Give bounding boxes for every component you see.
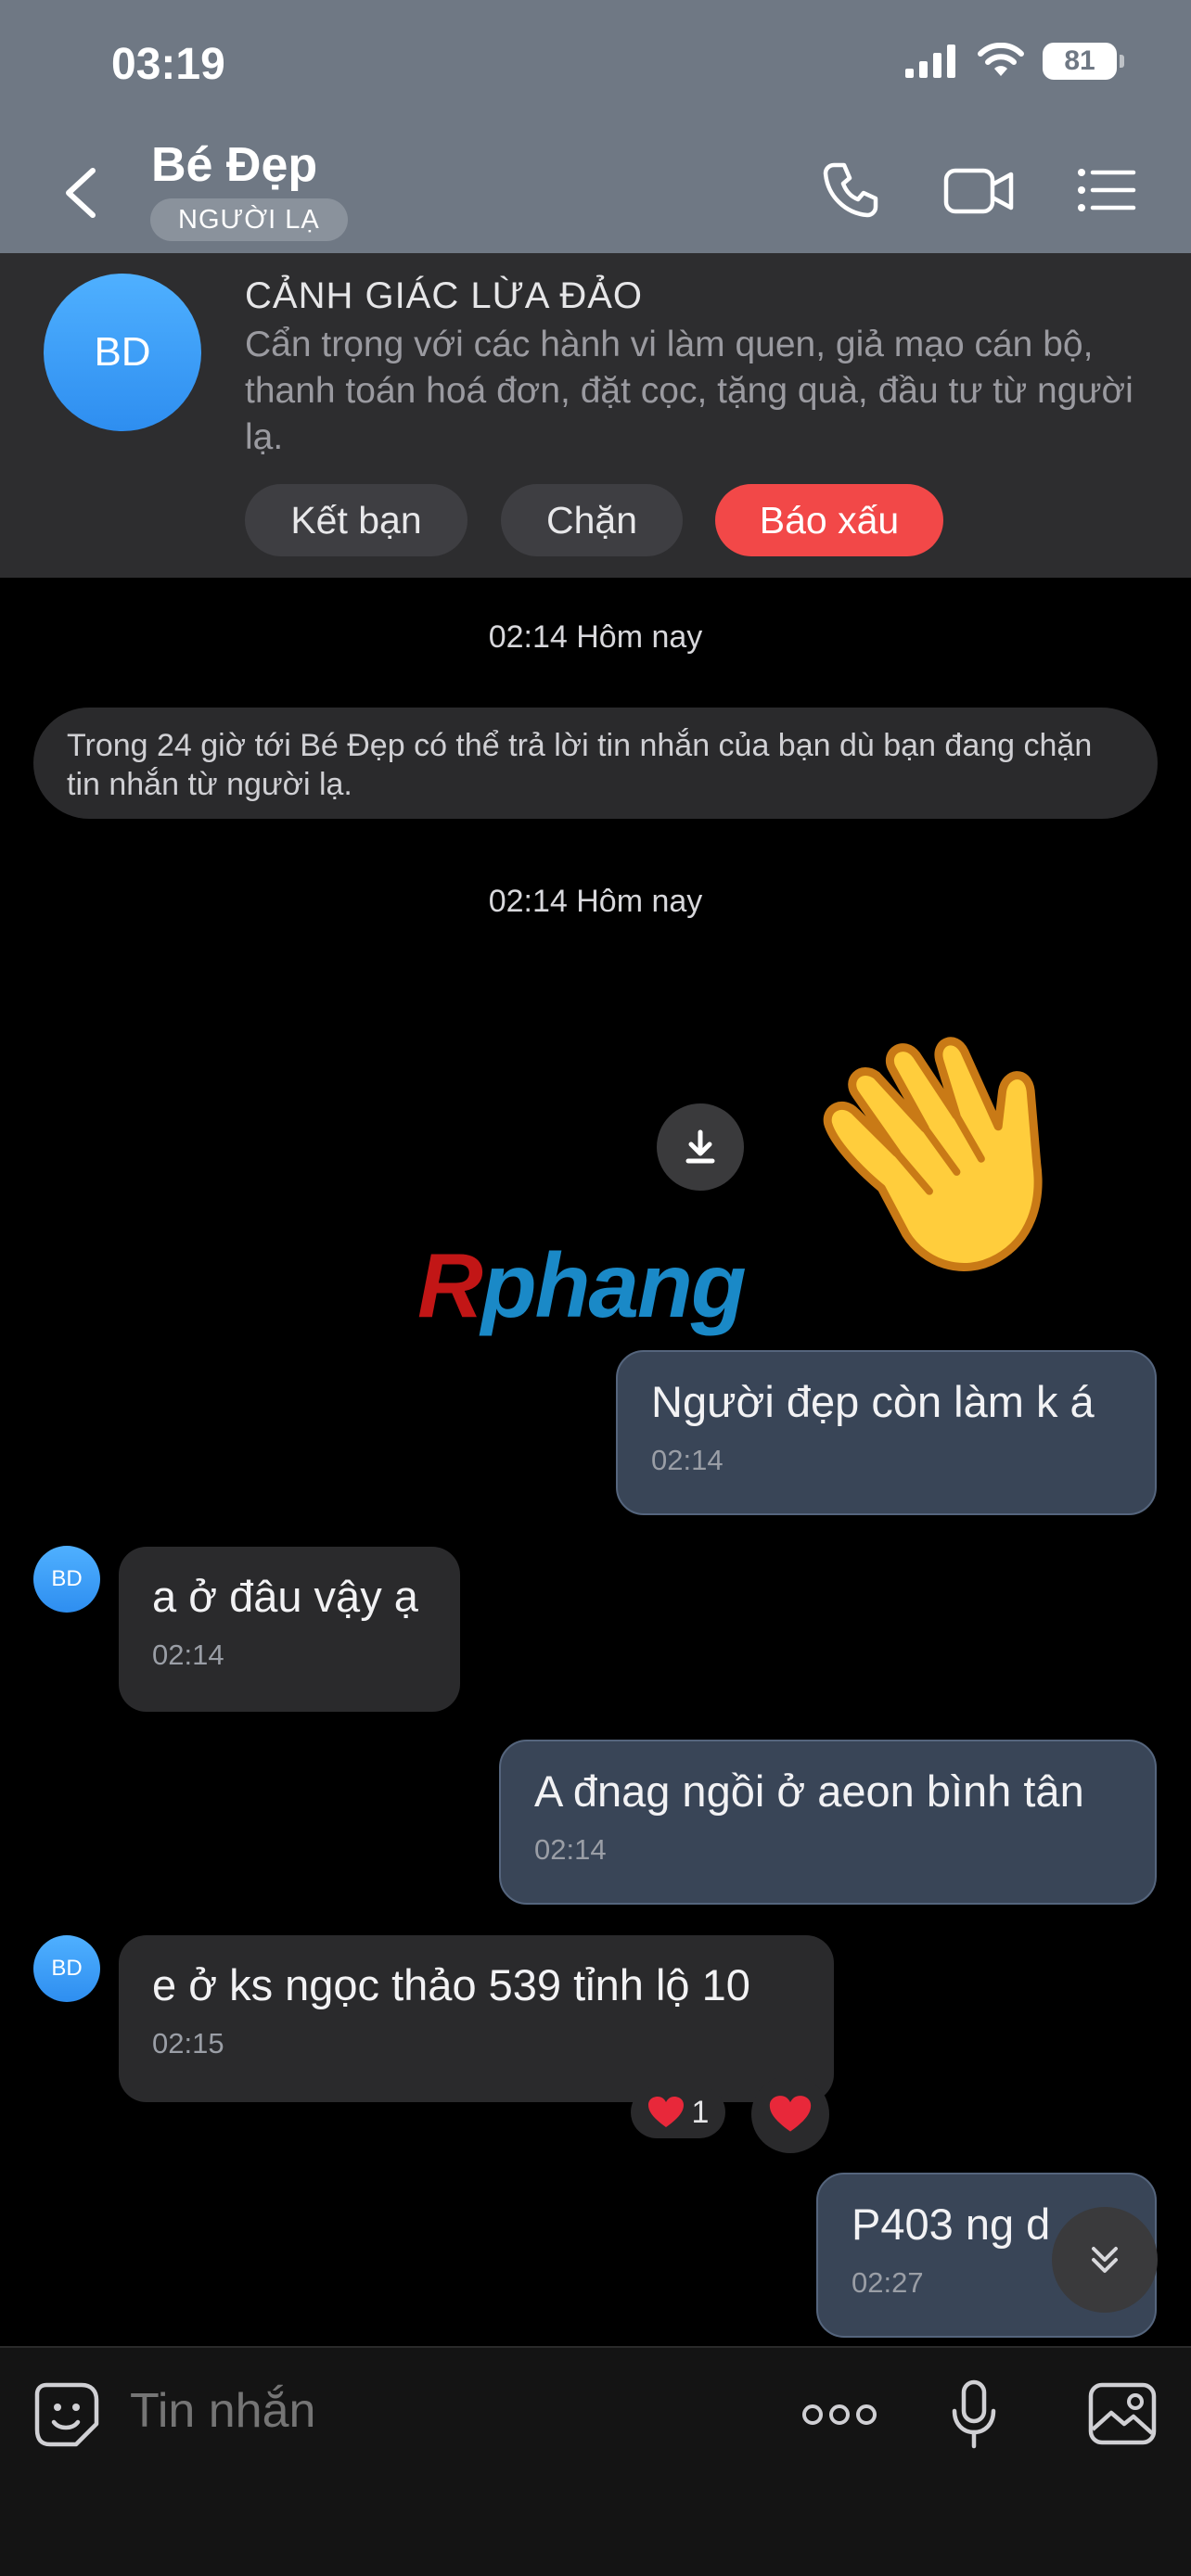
message-time: 02:14 (534, 1833, 607, 1866)
reaction-count-badge[interactable]: 1 (631, 2086, 725, 2138)
waving-hand-sticker[interactable] (816, 1011, 1113, 1298)
message-text: A đnag ngồi ở aeon bình tân (534, 1766, 1084, 1816)
message-input-bar (0, 2346, 1191, 2576)
message-text: a ở đâu vậy ạ (152, 1572, 418, 1621)
emoji-sticker-icon[interactable] (33, 2381, 100, 2448)
report-button[interactable]: Báo xấu (715, 484, 943, 556)
system-notice: Trong 24 giờ tới Bé Đẹp có thể trả lời t… (33, 708, 1158, 819)
download-icon (685, 1129, 715, 1164)
warning-title: CẢNH GIÁC LỪA ĐẢO (245, 275, 644, 316)
more-options-icon[interactable] (801, 2396, 877, 2433)
heart-icon (647, 2097, 684, 2127)
scroll-to-bottom-button[interactable] (1052, 2207, 1158, 2313)
chat-timestamp: 02:14 Hôm nay (488, 619, 703, 655)
warning-text: Cẩn trọng với các hành vi làm quen, giả … (245, 325, 1133, 457)
sender-avatar[interactable]: BD (33, 1546, 100, 1613)
message-bubble-outgoing[interactable]: A đnag ngồi ở aeon bình tân 02:14 (499, 1740, 1157, 1905)
contact-avatar[interactable]: BD (44, 274, 201, 431)
message-text: Người đẹp còn làm k á (651, 1377, 1095, 1426)
contact-name[interactable]: Bé Đẹp (151, 137, 317, 193)
chat-header: 03:19 81 Bé Đẹp NGƯỜI LẠ (0, 0, 1191, 253)
react-heart-button[interactable] (751, 2075, 829, 2153)
message-text: e ở ks ngọc thảo 539 tỉnh lộ 10 (152, 1960, 750, 2009)
message-time: 02:15 (152, 2027, 224, 2060)
watermark-logo: Rphang (417, 1234, 747, 1336)
sender-avatar[interactable]: BD (33, 1935, 100, 2002)
wifi-icon (978, 43, 1024, 76)
block-button[interactable]: Chặn (501, 484, 683, 556)
phone-icon[interactable] (820, 159, 881, 221)
message-time: 02:14 (651, 1444, 724, 1476)
add-friend-button[interactable]: Kết bạn (245, 484, 467, 556)
heart-icon (769, 2096, 812, 2132)
chat-timestamp: 02:14 Hôm nay (488, 884, 703, 919)
battery-indicator: 81 (1043, 43, 1124, 80)
download-button[interactable] (657, 1103, 744, 1191)
signal-icon (905, 45, 955, 78)
message-time: 02:14 (152, 1639, 224, 1671)
menu-icon[interactable] (1076, 159, 1137, 221)
stranger-badge: NGƯỜI LẠ (150, 198, 348, 241)
message-bubble-incoming[interactable]: a ở đâu vậy ạ 02:14 (119, 1547, 460, 1712)
image-gallery-icon[interactable] (1087, 2381, 1158, 2446)
back-icon[interactable] (58, 165, 104, 221)
message-input[interactable] (130, 2383, 779, 2439)
double-chevron-down-icon (1092, 2247, 1118, 2273)
status-time: 03:19 (111, 40, 225, 89)
message-bubble-outgoing[interactable]: Người đẹp còn làm k á 02:14 (616, 1350, 1157, 1515)
reaction-count: 1 (691, 2094, 710, 2130)
video-call-icon[interactable] (942, 159, 1015, 221)
message-bubble-incoming[interactable]: e ở ks ngọc thảo 539 tỉnh lộ 10 02:15 (119, 1935, 834, 2102)
microphone-icon[interactable] (950, 2379, 998, 2450)
status-icons: 81 (903, 43, 1124, 80)
